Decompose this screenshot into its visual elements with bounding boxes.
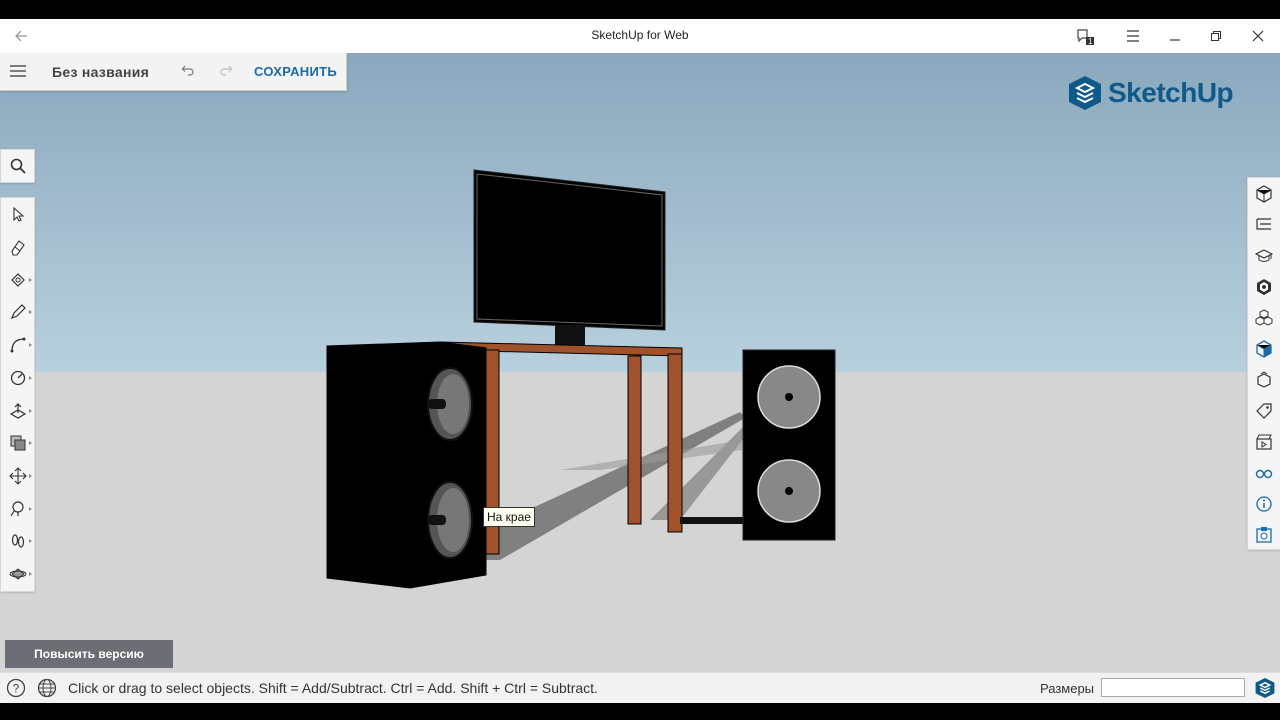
model-info-icon[interactable] <box>1248 488 1280 519</box>
inference-tooltip: На крае <box>483 507 535 527</box>
materials-icon[interactable] <box>1248 271 1280 302</box>
sketchup-logo-text: SketchUp <box>1108 77 1234 108</box>
undo-icon[interactable] <box>181 63 195 82</box>
hamburger-menu-icon[interactable] <box>9 64 27 83</box>
paint-bucket-icon[interactable] <box>1 264 34 296</box>
notifications-icon[interactable]: 1 <box>1067 19 1101 53</box>
move-icon[interactable] <box>1 460 34 492</box>
tape-measure-icon[interactable] <box>1 362 34 394</box>
rotate-icon[interactable] <box>1 493 34 525</box>
arc-icon[interactable] <box>1 329 34 361</box>
styles-icon[interactable] <box>1248 333 1280 364</box>
save-button[interactable]: СОХРАНИТЬ <box>254 64 337 79</box>
notification-count: 1 <box>1088 37 1093 46</box>
help-icon[interactable]: ? <box>6 678 26 703</box>
status-message: Click or drag to select objects. Shift =… <box>68 680 598 696</box>
svg-text:?: ? <box>13 682 20 696</box>
components-icon[interactable] <box>1248 302 1280 333</box>
document-bar: Без названия СОХРАНИТЬ <box>0 53 347 91</box>
right-panel <box>1247 177 1280 550</box>
redo-icon[interactable] <box>219 63 233 82</box>
eraser-icon[interactable] <box>1 231 34 263</box>
entity-info-icon[interactable] <box>1248 178 1280 209</box>
instructor-icon[interactable] <box>1248 240 1280 271</box>
left-toolbar <box>0 197 35 592</box>
scenes-icon[interactable] <box>1248 364 1280 395</box>
tags-icon[interactable] <box>1248 395 1280 426</box>
walk-icon[interactable] <box>1 525 34 557</box>
minimize-icon[interactable] <box>1158 19 1192 53</box>
dimensions-label: Размеры <box>1040 681 1095 696</box>
upgrade-button[interactable]: Повысить версию <box>5 640 173 668</box>
select-icon[interactable] <box>1 199 34 231</box>
offset-icon[interactable] <box>1 427 34 459</box>
solar-icon[interactable] <box>1248 519 1280 550</box>
push-pull-icon[interactable] <box>1 395 34 427</box>
sketchup-logo: SketchUp <box>1068 75 1234 111</box>
animation-icon[interactable] <box>1248 426 1280 457</box>
close-icon[interactable] <box>1241 19 1275 53</box>
restore-icon[interactable] <box>1199 19 1233 53</box>
sketchup-status-icon[interactable] <box>1255 677 1275 704</box>
dimensions-input[interactable] <box>1101 678 1245 697</box>
orbit-icon[interactable] <box>1 558 34 590</box>
pencil-icon[interactable] <box>1 296 34 328</box>
model-scene <box>326 169 836 589</box>
menu-icon[interactable] <box>1116 19 1150 53</box>
display-icon[interactable] <box>1248 457 1280 488</box>
model-viewport[interactable]: SketchUp <box>0 53 1280 672</box>
search-icon[interactable] <box>1 150 34 182</box>
title-bar: SketchUp for Web 1 <box>0 19 1280 53</box>
status-bar: ? Click or drag to select objects. Shift… <box>0 672 1280 703</box>
search-tool[interactable] <box>0 149 35 183</box>
globe-icon[interactable] <box>37 678 57 703</box>
sketchup-logo-icon <box>1069 76 1101 110</box>
document-name[interactable]: Без названия <box>52 64 149 80</box>
outliner-icon[interactable] <box>1248 209 1280 240</box>
